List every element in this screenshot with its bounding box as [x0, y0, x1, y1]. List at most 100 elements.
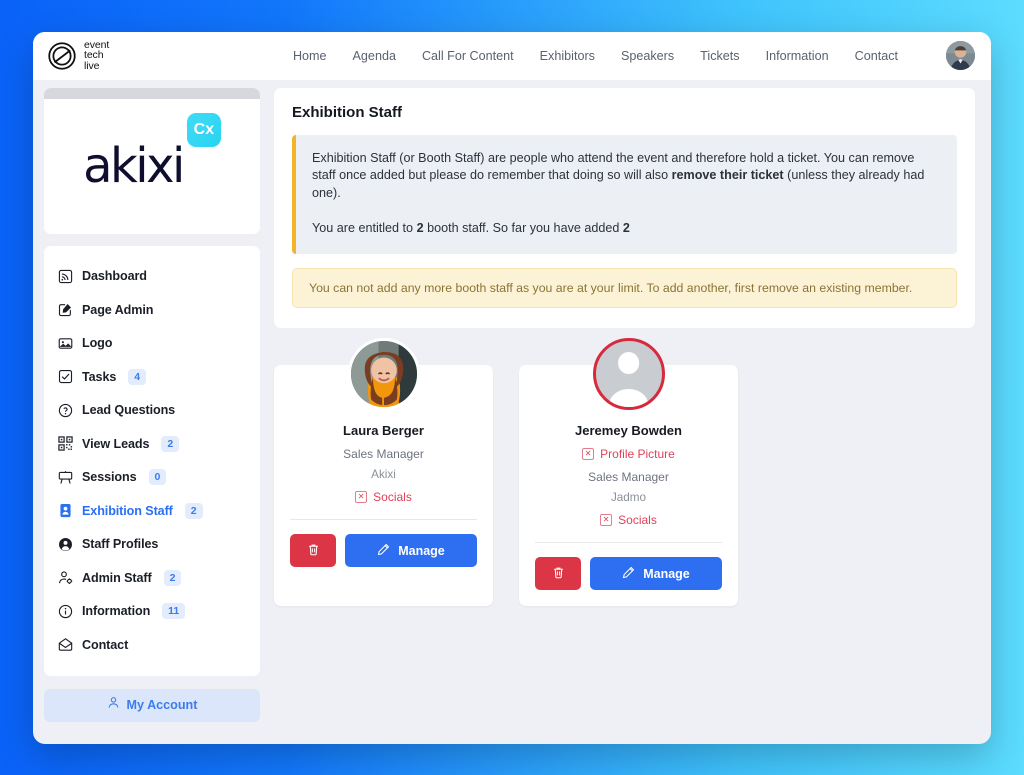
pencil-square-icon — [58, 302, 73, 317]
staff-name: Laura Berger — [343, 423, 424, 438]
nav-link-exhibitors[interactable]: Exhibitors — [540, 49, 595, 63]
envelope-open-icon — [58, 637, 73, 652]
manage-staff-button[interactable]: Manage — [590, 557, 722, 590]
brand-wordmark: event tech live — [84, 40, 109, 72]
main-content: Exhibition Staff Exhibition Staff (or Bo… — [271, 80, 991, 744]
sidebar-item-badge: 2 — [161, 435, 180, 452]
staff-role: Sales Manager — [588, 470, 669, 484]
akixi-logo-wordmark: akixi — [83, 138, 185, 194]
qr-code-icon — [58, 436, 73, 451]
sidebar-item-dashboard[interactable]: Dashboard — [44, 260, 260, 294]
added-count: 2 — [622, 221, 630, 236]
logo-card-topbar — [44, 87, 260, 99]
socials-missing-flag[interactable]: ✕ Socials — [355, 490, 412, 504]
manage-staff-button[interactable]: Manage — [345, 534, 477, 567]
nav-link-tickets[interactable]: Tickets — [700, 49, 739, 63]
sidebar-item-label: Sessions — [82, 470, 137, 485]
sidebar-item-admin-staff[interactable]: Admin Staff 2 — [44, 561, 260, 595]
sidebar-item-badge: 0 — [148, 469, 167, 486]
socials-missing-label: Socials — [618, 513, 657, 527]
main-menu: Home Agenda Call For Content Exhibitors … — [293, 41, 975, 70]
info-paragraph-1: Exhibition Staff (or Booth Staff) are pe… — [312, 150, 940, 204]
sidebar-menu: Dashboard Page Admin Logo Tasks 4 Lead Q… — [44, 245, 260, 676]
id-card-icon — [58, 503, 73, 518]
entitled-text-a: You are entitled to — [312, 221, 417, 236]
staff-role: Sales Manager — [343, 447, 424, 461]
manage-label: Manage — [643, 566, 690, 581]
delete-staff-button[interactable] — [535, 557, 581, 590]
brand-logo[interactable]: event tech live — [43, 40, 109, 72]
sidebar-item-staff-profiles[interactable]: Staff Profiles — [44, 528, 260, 562]
nav-link-agenda[interactable]: Agenda — [353, 49, 396, 63]
sidebar-item-lead-questions[interactable]: Lead Questions — [44, 394, 260, 428]
card-divider — [290, 519, 477, 520]
sidebar-item-exhibition-staff[interactable]: Exhibition Staff 2 — [44, 494, 260, 528]
nav-link-home[interactable]: Home — [293, 49, 327, 63]
sidebar-item-badge: 2 — [163, 569, 182, 586]
nav-link-call-for-content[interactable]: Call For Content — [422, 49, 514, 63]
sidebar-item-logo[interactable]: Logo — [44, 327, 260, 361]
staff-name: Jeremey Bowden — [575, 423, 682, 438]
my-account-label: My Account — [126, 698, 198, 712]
info-circle-icon — [58, 604, 73, 619]
x-square-icon: ✕ — [600, 514, 613, 526]
sidebar-item-page-admin[interactable]: Page Admin — [44, 293, 260, 327]
nav-link-information[interactable]: Information — [766, 49, 829, 63]
akixi-cx-badge: Cx — [186, 112, 221, 147]
sidebar-item-label: Contact — [82, 637, 129, 652]
sidebar-item-contact[interactable]: Contact — [44, 628, 260, 662]
sidebar-item-label: Logo — [82, 336, 113, 351]
content-area: akixi Cx Dashboard Page Admin Logo Tasks… — [33, 80, 991, 744]
info-callout: Exhibition Staff (or Booth Staff) are pe… — [292, 134, 957, 254]
sidebar-item-label: Admin Staff — [82, 570, 152, 585]
nav-link-speakers[interactable]: Speakers — [621, 49, 674, 63]
sidebar-item-badge: 4 — [128, 368, 147, 385]
staff-avatar — [347, 338, 420, 410]
user-avatar[interactable] — [946, 41, 975, 70]
staff-company: Akixi — [371, 468, 396, 481]
top-navigation-bar: event tech live Home Agenda Call For Con… — [33, 31, 991, 80]
staff-avatar-placeholder — [592, 338, 665, 410]
x-square-icon: ✕ — [582, 448, 595, 460]
pencil-icon — [377, 543, 390, 559]
sidebar-item-label: Lead Questions — [82, 403, 176, 418]
sidebar-item-sessions[interactable]: Sessions 0 — [44, 461, 260, 495]
card-actions: Manage — [535, 557, 722, 590]
sidebar-item-label: Information — [82, 604, 151, 619]
easel-icon — [58, 470, 73, 485]
socials-missing-flag[interactable]: ✕ Socials — [600, 513, 657, 527]
sidebar-item-view-leads[interactable]: View Leads 2 — [44, 427, 260, 461]
exhibition-staff-panel: Exhibition Staff Exhibition Staff (or Bo… — [274, 87, 975, 328]
page-title: Exhibition Staff — [292, 103, 402, 121]
placeholder-body-icon — [608, 388, 649, 407]
my-account-button[interactable]: My Account — [44, 688, 260, 722]
sidebar-item-badge: 11 — [162, 603, 186, 620]
sidebar-item-label: Exhibition Staff — [82, 503, 173, 518]
avatar-wrapper — [592, 338, 665, 410]
sidebar-item-information[interactable]: Information 11 — [44, 595, 260, 629]
nav-link-contact[interactable]: Contact — [855, 49, 898, 63]
staff-company: Jadmo — [610, 491, 647, 504]
logo-card-body: akixi Cx — [44, 99, 260, 234]
staff-card: Laura Berger Sales Manager Akixi ✕ Socia… — [274, 338, 493, 606]
event-tech-live-logo-icon — [47, 41, 77, 71]
profile-picture-missing-flag[interactable]: ✕ Profile Picture — [582, 447, 675, 461]
staff-card: Jeremey Bowden ✕ Profile Picture Sales M… — [519, 338, 738, 606]
info-text-bold: remove their ticket — [671, 168, 784, 183]
sidebar-item-tasks[interactable]: Tasks 4 — [44, 360, 260, 394]
entitled-text-b: booth staff. So far you have added — [423, 221, 623, 236]
trash-icon — [307, 543, 320, 559]
rss-icon — [58, 269, 73, 284]
profile-picture-missing-label: Profile Picture — [600, 447, 675, 461]
sidebar-item-label: Dashboard — [82, 269, 147, 284]
trash-icon — [552, 566, 565, 582]
person-icon — [107, 696, 120, 714]
placeholder-head-icon — [617, 352, 640, 374]
image-icon — [58, 336, 73, 351]
sidebar-item-label: View Leads — [82, 436, 150, 451]
delete-staff-button[interactable] — [290, 534, 336, 567]
socials-missing-label: Socials — [373, 490, 412, 504]
sidebar-item-label: Page Admin — [82, 302, 154, 317]
card-actions: Manage — [290, 534, 477, 567]
question-circle-icon — [58, 403, 73, 418]
